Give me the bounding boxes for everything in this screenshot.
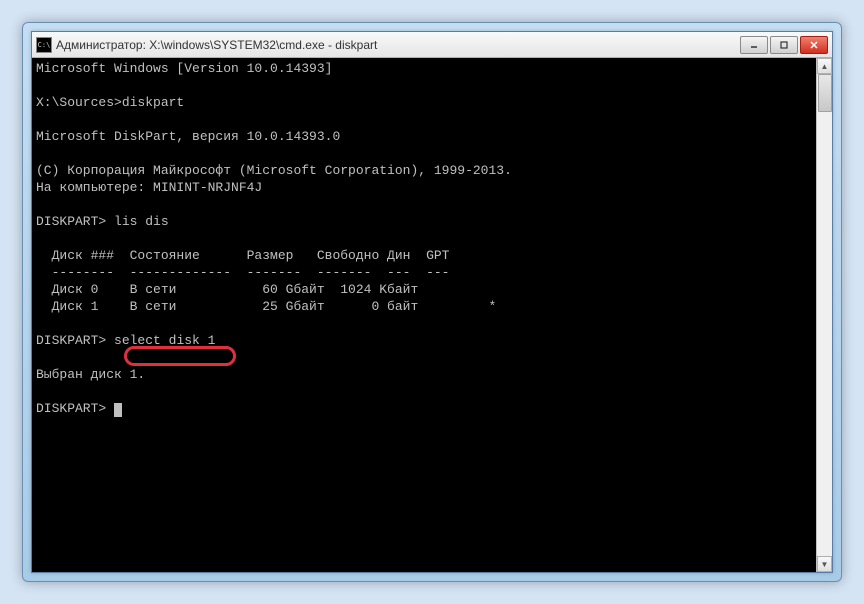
output-line: Microsoft DiskPart, версия 10.0.14393.0 <box>36 129 340 144</box>
window-outer-frame: C:\ Администратор: X:\windows\SYSTEM32\c… <box>22 22 842 582</box>
vertical-scrollbar[interactable]: ▲ ▼ <box>816 58 832 572</box>
titlebar[interactable]: C:\ Администратор: X:\windows\SYSTEM32\c… <box>32 32 832 58</box>
output-line: Microsoft Windows [Version 10.0.14393] <box>36 61 332 76</box>
table-header: Диск ### Состояние Размер Свободно Дин G… <box>36 248 449 263</box>
terminal-cursor <box>114 403 122 417</box>
scroll-thumb[interactable] <box>818 74 832 112</box>
output-line: (C) Корпорация Майкрософт (Microsoft Cor… <box>36 163 512 178</box>
console-output[interactable]: Microsoft Windows [Version 10.0.14393] X… <box>32 58 816 572</box>
minimize-button[interactable] <box>740 36 768 54</box>
window-controls <box>740 36 828 54</box>
output-line: На компьютере: MININT-NRJNF4J <box>36 180 262 195</box>
table-row: Диск 1 В сети 25 Gбайт 0 байт * <box>36 299 496 314</box>
output-line: DISKPART> select disk 1 <box>36 333 215 348</box>
output-line: DISKPART> lis dis <box>36 214 169 229</box>
cmd-icon: C:\ <box>36 37 52 53</box>
window-title: Администратор: X:\windows\SYSTEM32\cmd.e… <box>56 38 740 52</box>
close-button[interactable] <box>800 36 828 54</box>
cmd-window: C:\ Администратор: X:\windows\SYSTEM32\c… <box>31 31 833 573</box>
table-row: Диск 0 В сети 60 Gбайт 1024 Kбайт <box>36 282 418 297</box>
console-area: Microsoft Windows [Version 10.0.14393] X… <box>32 58 832 572</box>
table-divider: -------- ------------- ------- ------- -… <box>36 265 449 280</box>
maximize-button[interactable] <box>770 36 798 54</box>
output-line: X:\Sources>diskpart <box>36 95 184 110</box>
prompt-line: DISKPART> <box>36 401 114 416</box>
output-line: Выбран диск 1. <box>36 367 145 382</box>
scroll-up-button[interactable]: ▲ <box>817 58 832 74</box>
scroll-down-button[interactable]: ▼ <box>817 556 832 572</box>
